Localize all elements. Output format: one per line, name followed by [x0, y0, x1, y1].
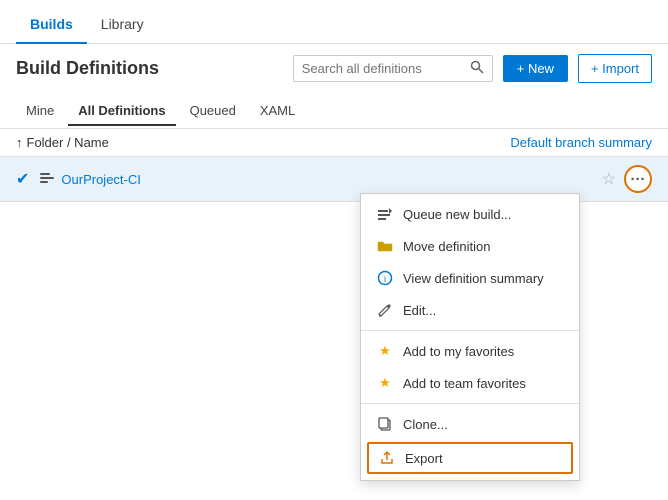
queue-build-icon [377, 206, 393, 222]
export-label: Export [405, 451, 443, 466]
my-favorites-star-icon: ★ [377, 343, 393, 359]
menu-divider-1 [361, 330, 579, 331]
sub-tab-mine[interactable]: Mine [16, 97, 64, 126]
dropdown-menu: Queue new build... Move definition i Vie… [360, 193, 580, 481]
move-definition-label: Move definition [403, 239, 490, 254]
column-branch-summary: Default branch summary [510, 135, 652, 150]
info-icon: i [377, 270, 393, 286]
pencil-icon [377, 302, 393, 318]
favorite-star[interactable]: ☆ [602, 169, 616, 189]
menu-item-queue-new-build[interactable]: Queue new build... [361, 198, 579, 230]
table-header: ↑ Folder / Name Default branch summary [0, 129, 668, 157]
menu-item-edit[interactable]: Edit... [361, 294, 579, 326]
copy-icon [377, 416, 393, 432]
nav-tab-builds[interactable]: Builds [16, 6, 87, 44]
search-input[interactable] [302, 61, 464, 76]
sort-icon: ↑ [16, 135, 23, 150]
queue-new-build-label: Queue new build... [403, 207, 511, 222]
folder-icon [377, 238, 393, 254]
menu-item-move-definition[interactable]: Move definition [361, 230, 579, 262]
menu-item-clone[interactable]: Clone... [361, 408, 579, 440]
menu-divider-2 [361, 403, 579, 404]
row-checkbox[interactable]: ✔ [16, 169, 29, 189]
more-options-button[interactable]: ··· [624, 165, 652, 193]
header-row: Build Definitions + New + Import [0, 44, 668, 93]
sub-tab-queued[interactable]: Queued [180, 97, 246, 126]
add-to-my-favorites-label: Add to my favorites [403, 344, 514, 359]
menu-item-add-to-team-favorites[interactable]: ★ Add to team favorites [361, 367, 579, 399]
svg-text:i: i [384, 274, 386, 284]
team-favorites-star-icon: ★ [377, 375, 393, 391]
page-title: Build Definitions [16, 58, 159, 79]
edit-label: Edit... [403, 303, 436, 318]
definition-icon [39, 170, 55, 189]
sub-navigation: Mine All Definitions Queued XAML [0, 93, 668, 129]
sub-tab-xaml[interactable]: XAML [250, 97, 305, 126]
definition-name[interactable]: OurProject-CI [61, 172, 601, 187]
nav-tab-library[interactable]: Library [87, 6, 158, 44]
column-folder-label: Folder / Name [27, 135, 109, 150]
sub-tab-all-definitions[interactable]: All Definitions [68, 97, 175, 126]
menu-item-export[interactable]: Export [367, 442, 573, 474]
ellipsis-icon: ··· [631, 171, 646, 188]
view-definition-summary-label: View definition summary [403, 271, 544, 286]
table-row: ✔ OurProject-CI ☆ ··· Queue new build... [0, 157, 668, 202]
search-icon [470, 60, 484, 77]
import-button[interactable]: + Import [578, 54, 652, 83]
search-box[interactable] [293, 55, 493, 82]
column-folder-name: ↑ Folder / Name [16, 135, 510, 150]
top-navigation: Builds Library [0, 0, 668, 44]
add-to-team-favorites-label: Add to team favorites [403, 376, 526, 391]
menu-item-add-to-my-favorites[interactable]: ★ Add to my favorites [361, 335, 579, 367]
menu-item-view-definition-summary[interactable]: i View definition summary [361, 262, 579, 294]
clone-label: Clone... [403, 417, 448, 432]
export-icon [379, 450, 395, 466]
new-button[interactable]: + New [503, 55, 568, 82]
